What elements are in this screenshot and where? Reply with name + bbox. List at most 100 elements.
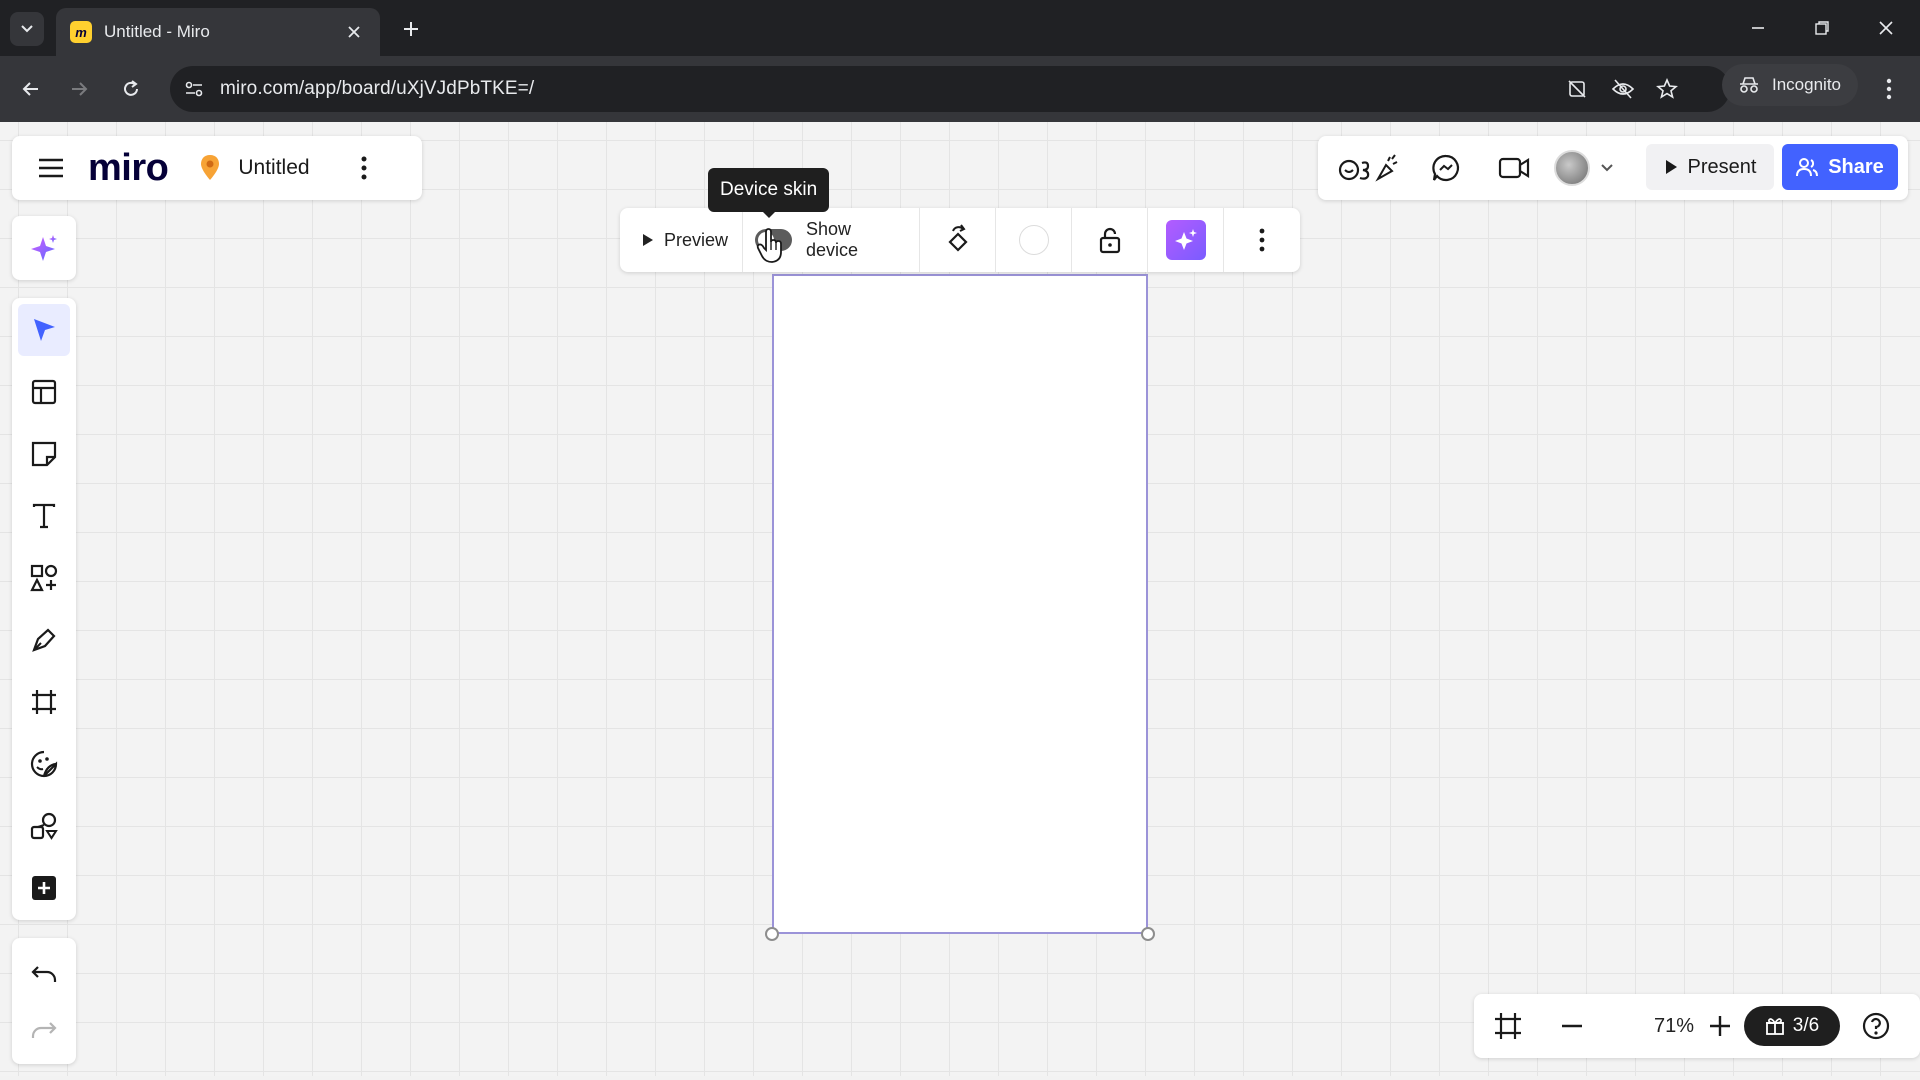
play-icon	[1665, 160, 1677, 174]
ai-assistant-panel	[12, 216, 76, 280]
plus-icon	[404, 22, 418, 36]
ai-sparkle-icon	[1165, 220, 1206, 260]
tracking-off-icon[interactable]	[1564, 78, 1590, 100]
select-cursor-icon	[34, 319, 55, 341]
hamburger-icon	[39, 158, 63, 178]
color-swatch	[1018, 225, 1049, 255]
zoom-in-button[interactable]	[1702, 1008, 1738, 1044]
restore-button[interactable]	[1800, 10, 1844, 46]
user-avatar-menu[interactable]	[1554, 148, 1636, 188]
new-tab-button[interactable]	[396, 14, 426, 44]
reactions-icon[interactable]	[1338, 153, 1400, 183]
video-call-icon[interactable]	[1498, 153, 1530, 183]
text-tool[interactable]	[18, 490, 70, 542]
tab-search-button[interactable]	[10, 12, 44, 46]
help-button[interactable]	[1858, 1008, 1894, 1044]
diagram-tool[interactable]	[18, 800, 70, 852]
miro-favicon-icon: m	[70, 21, 92, 43]
url-text: miro.com/app/board/uXjVJdPbTKE=/	[220, 78, 535, 99]
templates-icon	[31, 379, 57, 405]
eye-off-icon[interactable]	[1610, 78, 1636, 100]
close-icon	[1879, 21, 1893, 35]
sticker-tool[interactable]	[18, 738, 70, 790]
more-vertical-icon	[1259, 228, 1265, 252]
board-canvas[interactable]: miro Untitled Present Share Preview Show…	[0, 122, 1920, 1076]
arrow-left-icon	[22, 82, 38, 96]
lock-button[interactable]	[1072, 208, 1149, 272]
preview-label: Preview	[664, 229, 729, 250]
background-color-button[interactable]	[996, 208, 1073, 272]
plus-icon	[1710, 1016, 1730, 1036]
preview-button[interactable]: Preview	[620, 208, 744, 272]
creation-toolbar	[12, 298, 76, 920]
resize-handle-bottom-right[interactable]	[1141, 927, 1155, 941]
main-menu-button[interactable]	[36, 153, 66, 183]
device-frame[interactable]	[772, 274, 1148, 934]
board-options-button[interactable]	[354, 153, 374, 183]
frame-icon	[1495, 1013, 1521, 1039]
gift-icon	[1765, 1018, 1784, 1035]
present-button[interactable]: Present	[1646, 144, 1774, 190]
address-field[interactable]: miro.com/app/board/uXjVJdPbTKE=/	[170, 66, 1730, 112]
zoom-controls: 71% 3/6	[1474, 994, 1920, 1058]
comments-icon[interactable]	[1430, 153, 1462, 183]
incognito-badge[interactable]: Incognito	[1722, 64, 1858, 106]
chevron-down-icon	[1601, 164, 1613, 172]
add-icon	[32, 876, 56, 900]
undo-button[interactable]	[22, 952, 66, 996]
resize-handle-bottom-left[interactable]	[765, 927, 779, 941]
shapes-icon	[30, 564, 58, 592]
reload-icon	[124, 80, 138, 96]
shapes-tool[interactable]	[18, 552, 70, 604]
browser-menu-button[interactable]	[1874, 72, 1904, 106]
tab-title: Untitled - Miro	[104, 22, 210, 41]
more-vertical-icon	[1886, 78, 1892, 100]
collaboration-bar: Present Share	[1318, 136, 1908, 200]
minimize-icon	[1752, 27, 1764, 29]
ai-sparkle-icon[interactable]	[29, 233, 59, 263]
close-icon	[348, 26, 360, 38]
sticky-note-icon	[31, 441, 57, 467]
sticky-note-tool[interactable]	[18, 428, 70, 480]
arrow-right-icon	[72, 82, 88, 96]
present-label: Present	[1687, 155, 1757, 178]
show-device-label: Show device	[805, 219, 858, 260]
reload-button[interactable]	[114, 72, 148, 106]
ai-generate-button[interactable]	[1148, 208, 1225, 272]
minimize-button[interactable]	[1736, 10, 1780, 46]
fit-to-screen-button[interactable]	[1490, 1008, 1526, 1044]
rotate-button[interactable]	[920, 208, 997, 272]
zoom-out-button[interactable]	[1554, 1008, 1590, 1044]
more-vertical-icon	[361, 156, 367, 180]
browser-tab-active[interactable]: m Untitled - Miro	[56, 8, 380, 56]
tab-close-button[interactable]	[342, 20, 366, 44]
redo-button[interactable]	[22, 1008, 66, 1052]
undo-icon	[31, 966, 57, 982]
pen-tool[interactable]	[18, 614, 70, 666]
incognito-label: Incognito	[1772, 75, 1841, 94]
back-button[interactable]	[14, 72, 48, 106]
share-label: Share	[1828, 155, 1884, 178]
help-icon	[1862, 1012, 1890, 1040]
browser-tab-bar: m Untitled - Miro	[0, 0, 1920, 56]
pen-icon	[32, 628, 56, 652]
select-tool[interactable]	[18, 304, 70, 356]
location-pin-icon[interactable]	[198, 153, 222, 183]
templates-tool[interactable]	[18, 366, 70, 418]
play-icon	[643, 234, 653, 246]
frame-context-toolbar: Preview Show device	[620, 208, 1300, 272]
more-tools-button[interactable]	[18, 862, 70, 914]
onboarding-gift-button[interactable]: 3/6	[1744, 1006, 1840, 1046]
unlock-icon	[1099, 227, 1120, 254]
more-options-button[interactable]	[1224, 208, 1300, 272]
gift-count: 3/6	[1792, 1015, 1820, 1036]
frame-tool[interactable]	[18, 676, 70, 728]
miro-logo[interactable]: miro	[88, 149, 169, 187]
forward-button[interactable]	[62, 72, 96, 106]
share-button[interactable]: Share	[1782, 144, 1898, 190]
board-title[interactable]: Untitled	[238, 156, 309, 180]
window-close-button[interactable]	[1864, 10, 1908, 46]
bookmark-star-icon[interactable]	[1654, 78, 1680, 100]
frame-icon	[32, 690, 56, 714]
hand-cursor-icon	[756, 228, 782, 263]
